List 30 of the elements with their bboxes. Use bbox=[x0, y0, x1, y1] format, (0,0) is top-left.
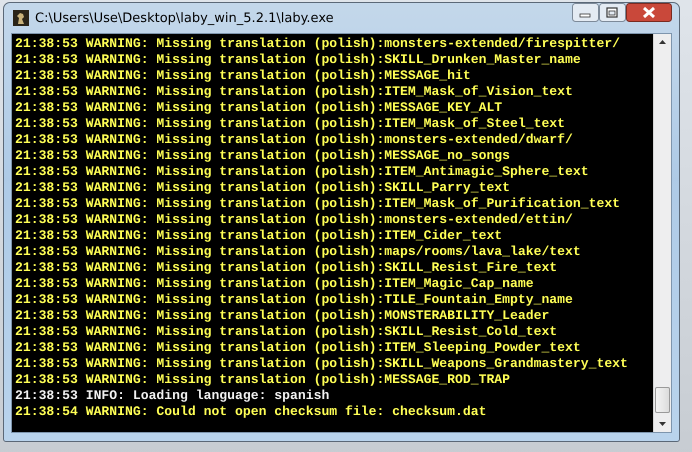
log-line: 21:38:53 WARNING: Missing translation (polish):monsters-extended/dwarf/ bbox=[15, 132, 573, 148]
log-line: 21:38:53 WARNING: Missing translation (polish):MESSAGE_ROD_TRAP bbox=[15, 372, 510, 388]
log-line: 21:38:53 WARNING: Missing translation (polish):SKILL_Weapons_Grandmastery_text bbox=[15, 356, 628, 372]
log-line: 21:38:53 WARNING: Missing translation (polish):MESSAGE_no_songs bbox=[15, 148, 510, 164]
log-line: 21:38:53 WARNING: Missing translation (polish):SKILL_Drunken_Master_name bbox=[15, 52, 581, 68]
log-line: 21:38:53 WARNING: Missing translation (polish):MESSAGE_hit bbox=[15, 68, 471, 84]
log-line: 21:38:53 WARNING: Missing translation (polish):ITEM_Mask_of_Vision_text bbox=[15, 84, 573, 100]
log-line: 21:38:53 WARNING: Missing translation (polish):maps/rooms/lava_lake/text bbox=[15, 244, 581, 260]
log-line: 21:38:54 WARNING: Could not open checksum file: checksum.dat bbox=[15, 404, 486, 420]
log-line: 21:38:53 WARNING: Missing translation (polish):SKILL_Parry_text bbox=[15, 180, 510, 196]
log-line: 21:38:53 WARNING: Missing translation (polish):MONSTERABILITY_Leader bbox=[15, 308, 550, 324]
log-line: 21:38:53 WARNING: Missing translation (polish):monsters-extended/ettin/ bbox=[15, 212, 573, 228]
log-line: 21:38:53 WARNING: Missing translation (polish):ITEM_Mask_of_Purification_text bbox=[15, 196, 620, 212]
log-line: 21:38:53 WARNING: Missing translation (polish):ITEM_Sleeping_Powder_text bbox=[15, 340, 581, 356]
log-line: 21:38:53 WARNING: Missing translation (polish):ITEM_Cider_text bbox=[15, 228, 502, 244]
log-line: 21:38:53 WARNING: Missing translation (polish):SKILL_Resist_Cold_text bbox=[15, 324, 558, 340]
scroll-thumb[interactable] bbox=[655, 387, 670, 413]
log-line: 21:38:53 WARNING: Missing translation (polish):monsters-extended/firespitter/ bbox=[15, 36, 620, 52]
scrollbar[interactable] bbox=[653, 34, 671, 432]
minimize-button[interactable] bbox=[572, 3, 599, 22]
log-line: 21:38:53 WARNING: Missing translation (polish):SKILL_Resist_Fire_text bbox=[15, 260, 558, 276]
log-line: 21:38:53 WARNING: Missing translation (polish):ITEM_Mask_of_Steel_text bbox=[15, 116, 566, 132]
maximize-button[interactable] bbox=[599, 3, 626, 22]
log-line: 21:38:53 INFO: Loading language: spanish bbox=[15, 388, 330, 404]
log-line: 21:38:53 WARNING: Missing translation (polish):ITEM_Magic_Cap_name bbox=[15, 276, 534, 292]
close-button[interactable] bbox=[626, 3, 672, 22]
log-line: 21:38:53 WARNING: Missing translation (polish):ITEM_Antimagic_Sphere_text bbox=[15, 164, 589, 180]
window-title: C:\Users\Use\Desktop\laby_win_5.2.1\laby.exe bbox=[35, 10, 334, 26]
log-line: 21:38:53 WARNING: Missing translation (polish):MESSAGE_KEY_ALT bbox=[15, 100, 502, 116]
log-line: 21:38:53 WARNING: Missing translation (polish):TILE_Fountain_Empty_name bbox=[15, 292, 573, 308]
